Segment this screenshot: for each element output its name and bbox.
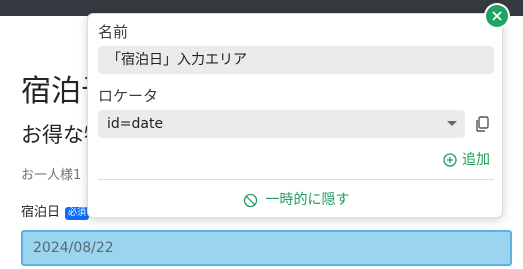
divider <box>98 179 494 180</box>
close-icon <box>492 11 502 21</box>
date-field-label: 宿泊日 必須 <box>21 203 90 223</box>
name-input[interactable]: 「宿泊日」入力エリア <box>98 46 494 74</box>
date-input[interactable]: 2024/08/22 <box>21 230 512 266</box>
copy-icon[interactable] <box>473 115 491 133</box>
page-note: お一人様1 <box>21 168 82 183</box>
plus-circle-icon <box>443 153 457 167</box>
date-label-text: 宿泊日 <box>21 205 61 220</box>
chevron-down-icon <box>447 121 457 126</box>
required-badge: 必須 <box>65 206 90 220</box>
element-info-popover: 名前 「宿泊日」入力エリア ロケータ id=date 追加 一時的に隠す <box>87 13 503 218</box>
hide-temporarily-button[interactable]: 一時的に隠す <box>88 189 504 211</box>
hide-label: 一時的に隠す <box>265 192 350 208</box>
name-label: 名前 <box>98 23 129 41</box>
add-label: 追加 <box>462 152 490 168</box>
close-button[interactable] <box>486 5 508 27</box>
add-button[interactable]: 追加 <box>443 150 490 170</box>
locator-select[interactable]: id=date <box>98 110 465 138</box>
eye-off-icon <box>243 193 257 207</box>
locator-value: id=date <box>107 116 164 132</box>
locator-label: ロケータ <box>98 87 159 105</box>
